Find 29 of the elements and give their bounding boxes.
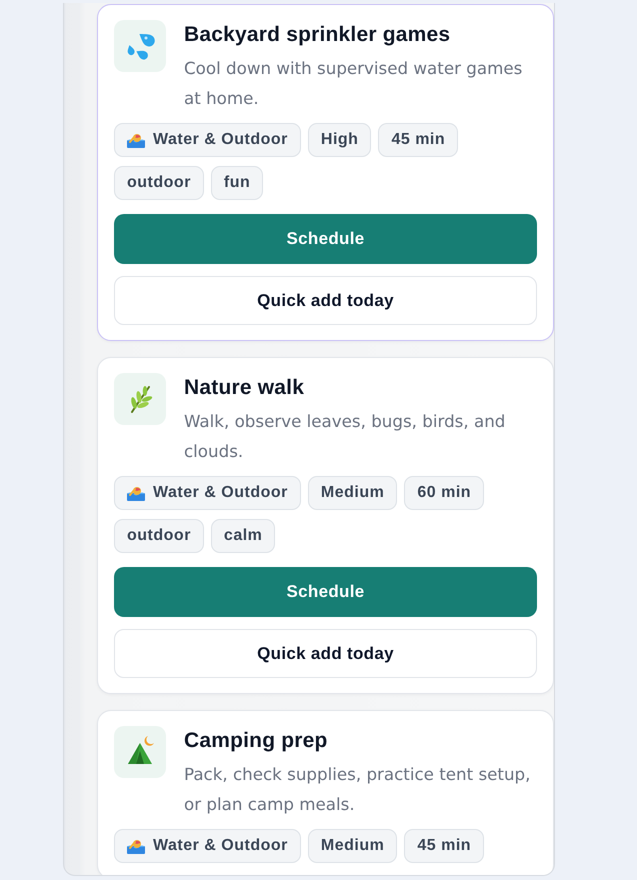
keyword-tag: outdoor (114, 166, 204, 200)
keyword-tag: calm (210, 519, 276, 553)
category-label: Water & Outdoor (153, 837, 288, 855)
swimmer-icon (127, 838, 145, 854)
intensity-tag: High (308, 123, 372, 157)
duration-tag: 45 min (378, 123, 458, 157)
activity-title: Camping prep (184, 728, 329, 754)
quick-add-button[interactable]: Quick add today (114, 276, 537, 325)
duration-tag: 60 min (404, 476, 484, 510)
tent-icon (114, 726, 166, 778)
activity-description: Cool down with supervised water games at home. (184, 57, 524, 110)
activity-title: Backyard sprinkler games (184, 22, 452, 48)
schedule-button[interactable]: Schedule (114, 567, 537, 617)
swimmer-icon (127, 485, 145, 501)
intensity-tag: Medium (308, 829, 398, 863)
category-label: Water & Outdoor (153, 484, 288, 502)
leaf-sprig-icon (114, 373, 166, 425)
quick-add-button[interactable]: Quick add today (114, 629, 537, 678)
schedule-button[interactable]: Schedule (114, 214, 537, 264)
activity-description: Walk, observe leaves, bugs, birds, and clouds. (184, 410, 506, 463)
duration-tag: 45 min (404, 829, 484, 863)
activity-title: Nature walk (184, 375, 306, 401)
keyword-tag: fun (210, 166, 264, 200)
category-label: Water & Outdoor (153, 131, 288, 149)
keyword-tag: outdoor (114, 519, 204, 553)
swimmer-icon (127, 132, 145, 148)
droplets-icon (114, 20, 166, 72)
intensity-tag: Medium (308, 476, 398, 510)
activity-description: Pack, check supplies, practice tent setup, or plan camp meals. (184, 763, 532, 816)
